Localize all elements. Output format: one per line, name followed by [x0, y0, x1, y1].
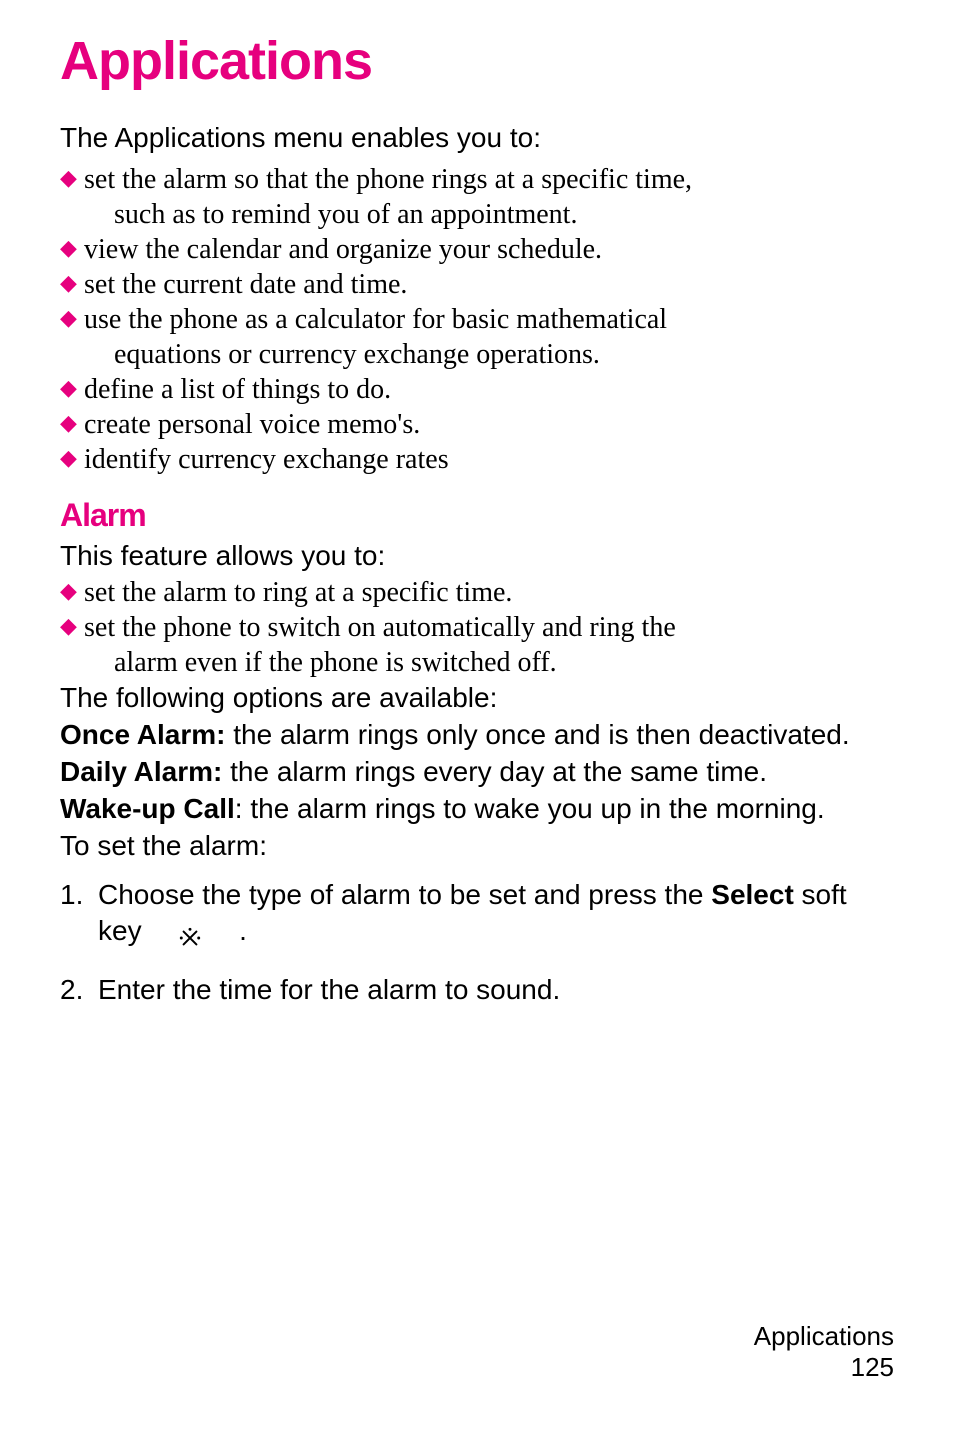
list-item: view the calendar and organize your sche…: [60, 232, 894, 267]
once-alarm-text: the alarm rings only once and is then de…: [233, 719, 849, 750]
bullet-text: set the alarm so that the phone rings at…: [84, 164, 692, 195]
list-item: set the alarm to ring at a specific time…: [60, 575, 894, 610]
page-title: Applications: [60, 30, 894, 92]
list-item: use the phone as a calculator for basic …: [60, 302, 894, 372]
step-text: Enter the time for the alarm to sound.: [98, 974, 560, 1005]
to-set-alarm: To set the alarm:: [60, 828, 894, 863]
wakeup-call-para: Wake-up Call: the alarm rings to wake yo…: [60, 791, 894, 826]
alarm-bullet-list: set the alarm to ring at a specific time…: [60, 575, 894, 680]
list-item: set the current date and time.: [60, 267, 894, 302]
step-text: .: [239, 915, 247, 946]
list-item: identify currency exchange rates: [60, 442, 894, 477]
bullet-text: define a list of things to do.: [84, 374, 391, 405]
bullet-text: view the calendar and organize your sche…: [84, 234, 602, 265]
options-intro: The following options are available:: [60, 680, 894, 715]
step-text: Choose the type of alarm to be set and p…: [98, 879, 711, 910]
wakeup-call-text: : the alarm rings to wake you up in the …: [235, 793, 825, 824]
select-key-label: Select: [711, 879, 794, 910]
list-item: set the alarm so that the phone rings at…: [60, 162, 894, 232]
bullet-text-cont: alarm even if the phone is switched off.: [84, 645, 894, 680]
daily-alarm-text: the alarm rings every day at the same ti…: [230, 756, 767, 787]
select-key-icon: [179, 922, 201, 944]
step-number: 1.: [60, 877, 83, 913]
once-alarm-para: Once Alarm: the alarm rings only once an…: [60, 717, 894, 752]
bullet-text: create personal voice memo's.: [84, 409, 420, 440]
step-item: 2. Enter the time for the alarm to sound…: [60, 972, 894, 1008]
footer-page-number: 125: [754, 1352, 894, 1383]
bullet-text: set the current date and time.: [84, 269, 407, 300]
bullet-text: set the alarm to ring at a specific time…: [84, 577, 512, 608]
bullet-text-cont: equations or currency exchange operation…: [84, 337, 894, 372]
step-item: 1. Choose the type of alarm to be set an…: [60, 877, 894, 950]
daily-alarm-label: Daily Alarm:: [60, 756, 230, 787]
alarm-heading: Alarm: [60, 497, 894, 534]
intro-text: The Applications menu enables you to:: [60, 122, 894, 154]
bullet-text: identify currency exchange rates: [84, 444, 449, 475]
list-item: set the phone to switch on automatically…: [60, 610, 894, 680]
bullet-text: set the phone to switch on automatically…: [84, 612, 676, 643]
list-item: define a list of things to do.: [60, 372, 894, 407]
step-number: 2.: [60, 972, 83, 1008]
applications-bullet-list: set the alarm so that the phone rings at…: [60, 162, 894, 477]
alarm-intro: This feature allows you to:: [60, 538, 894, 573]
footer-section: Applications: [754, 1321, 894, 1352]
bullet-text: use the phone as a calculator for basic …: [84, 304, 667, 335]
daily-alarm-para: Daily Alarm: the alarm rings every day a…: [60, 754, 894, 789]
page-footer: Applications 125: [754, 1321, 894, 1383]
wakeup-call-label: Wake-up Call: [60, 793, 235, 824]
bullet-text-cont: such as to remind you of an appointment.: [84, 197, 894, 232]
once-alarm-label: Once Alarm:: [60, 719, 233, 750]
list-item: create personal voice memo's.: [60, 407, 894, 442]
alarm-steps: 1. Choose the type of alarm to be set an…: [60, 877, 894, 1008]
